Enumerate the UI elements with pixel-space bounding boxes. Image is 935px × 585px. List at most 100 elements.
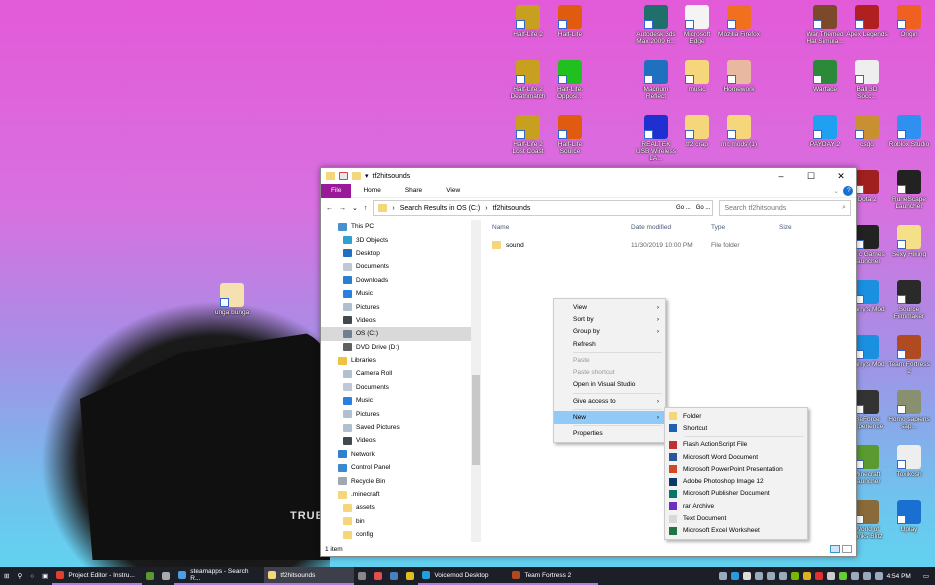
ribbon-expand-icon[interactable]: ⌄: [830, 187, 843, 195]
taskbar-app[interactable]: steamapps - Search R...: [174, 567, 265, 585]
menu-item[interactable]: Text Document: [665, 512, 807, 524]
desktop-icon[interactable]: Homework: [718, 60, 760, 93]
column-name[interactable]: Name: [486, 224, 631, 231]
tray-icon[interactable]: [766, 572, 775, 580]
nav-item[interactable]: Downloads: [321, 274, 471, 287]
menu-item[interactable]: Sort by ›: [554, 313, 665, 325]
nav-item[interactable]: Control Panel: [321, 461, 471, 474]
breadcrumb-tf2hitsounds[interactable]: tf2hitsounds: [493, 205, 531, 212]
desktop-icon[interactable]: Warface: [804, 60, 846, 93]
nav-item[interactable]: This PC: [321, 220, 471, 233]
tray-icon[interactable]: [754, 572, 763, 580]
nav-item[interactable]: Network: [321, 448, 471, 461]
menu-item[interactable]: rar Archive: [665, 500, 807, 512]
column-date-modified[interactable]: Date modified: [631, 224, 711, 231]
quick-access-dropdown-icon[interactable]: ▾: [365, 172, 369, 180]
tray-icon[interactable]: [850, 572, 859, 580]
menu-item[interactable]: Group by ›: [554, 326, 665, 338]
desktop-icon[interactable]: Team Fortress 2: [888, 335, 930, 375]
network-icon[interactable]: [838, 572, 847, 580]
details-view-button[interactable]: [830, 545, 840, 553]
nav-item[interactable]: Music: [321, 287, 471, 300]
desktop-icon[interactable]: music: [676, 60, 718, 93]
address-dropdown[interactable]: Go ...: [676, 205, 691, 211]
nav-item[interactable]: Music: [321, 394, 471, 407]
menu-item[interactable]: Flash ActionScript File: [665, 439, 807, 451]
help-icon[interactable]: ?: [843, 185, 853, 196]
desktop-icon[interactable]: Half-Life Source: [549, 115, 591, 155]
menu-item[interactable]: View ›: [554, 301, 665, 313]
refresh-button[interactable]: Go ...: [696, 205, 713, 211]
desktop-icon[interactable]: Source Filmmaker: [888, 280, 930, 320]
nav-item[interactable]: Saved Pictures: [321, 421, 471, 434]
tray-icon[interactable]: [718, 572, 727, 580]
taskbar-app[interactable]: [370, 567, 386, 585]
nav-item[interactable]: Recycle Bin: [321, 474, 471, 487]
tray-icon[interactable]: [778, 572, 787, 580]
nav-item[interactable]: 3D Objects: [321, 233, 471, 246]
menu-item[interactable]: Microsoft Word Document: [665, 451, 807, 463]
desktop-icon[interactable]: Microsoft Edge: [676, 5, 718, 45]
desktop-icon[interactable]: csgo: [846, 115, 888, 148]
file-row[interactable]: sound 11/30/2019 10:00 PM File folder: [486, 238, 856, 252]
tray-icon[interactable]: [730, 572, 739, 580]
desktop-icon[interactable]: Toxikosh: [888, 445, 930, 478]
menu-item[interactable]: Paste: [554, 354, 665, 366]
action-center-icon[interactable]: ▭: [923, 572, 929, 580]
breadcrumb-search-results[interactable]: Search Results in OS (C:): [400, 205, 481, 212]
taskbar-app[interactable]: tf2hitsounds: [264, 567, 355, 585]
nav-item[interactable]: Videos: [321, 434, 471, 447]
nav-item[interactable]: assets: [321, 501, 471, 514]
menu-item[interactable]: Folder: [665, 410, 807, 422]
desktop-icon[interactable]: unga bunga: [211, 283, 253, 316]
desktop-icon[interactable]: RuneScape Launcher: [888, 170, 930, 210]
tray-icon[interactable]: [814, 572, 823, 580]
desktop-icon[interactable]: War Themed Hat Simula...: [804, 5, 846, 45]
desktop-icon[interactable]: Half-Life 2: [507, 5, 549, 38]
desktop-icon[interactable]: Autodesk 3ds Max 2009 6...: [635, 5, 677, 45]
forward-button[interactable]: →: [339, 205, 346, 212]
nav-scrollbar[interactable]: [471, 220, 481, 542]
menu-item[interactable]: Refresh: [554, 338, 665, 350]
nav-item[interactable]: bin: [321, 515, 471, 528]
taskbar-app[interactable]: Project Editor - Instru...: [52, 567, 143, 585]
cortana-button[interactable]: ○: [26, 567, 38, 585]
menu-item[interactable]: New ›: [554, 411, 665, 424]
desktop-icon[interactable]: Half-Life 2 Deathmatch: [507, 60, 549, 100]
menu-item[interactable]: Properties: [554, 428, 665, 440]
nav-item[interactable]: Libraries: [321, 354, 471, 367]
close-button[interactable]: ✕: [826, 171, 856, 182]
volume-icon[interactable]: [826, 572, 835, 580]
tray-icon[interactable]: [802, 572, 811, 580]
desktop-icon[interactable]: Half-Life: [549, 5, 591, 38]
taskbar-app[interactable]: Voicemod Desktop: [418, 567, 509, 585]
scrollbar-thumb[interactable]: [472, 375, 480, 465]
menu-item[interactable]: Adobe Photoshop Image 12: [665, 475, 807, 487]
nav-item[interactable]: .minecraft: [321, 488, 471, 501]
desktop-icon[interactable]: Origin: [888, 5, 930, 38]
taskbar-app[interactable]: Team Fortress 2: [508, 567, 599, 585]
back-button[interactable]: ←: [326, 205, 333, 212]
taskbar-app[interactable]: [142, 567, 158, 585]
menu-item[interactable]: Open in Visual Studio: [554, 379, 665, 391]
desktop-icon[interactable]: Macrium Reflect: [635, 60, 677, 100]
desktop-icon[interactable]: Half-Life 2 Lost Coast: [507, 115, 549, 155]
new-folder-icon[interactable]: [352, 172, 361, 180]
maximize-button[interactable]: ☐: [796, 171, 826, 182]
start-button[interactable]: ⊞: [0, 567, 13, 585]
onedrive-icon[interactable]: [742, 572, 751, 580]
desktop-icon[interactable]: Half-Life: Opposi...: [549, 60, 591, 100]
menu-item[interactable]: Microsoft PowerPoint Presentation: [665, 463, 807, 475]
nav-item[interactable]: config: [321, 528, 471, 541]
minimize-button[interactable]: –: [766, 171, 796, 182]
menu-item[interactable]: Microsoft Excel Worksheet: [665, 525, 807, 537]
nvidia-icon[interactable]: [790, 572, 799, 580]
nav-item[interactable]: Camera Roll: [321, 367, 471, 380]
taskbar-app[interactable]: [158, 567, 174, 585]
nav-item[interactable]: OS (C:): [321, 327, 471, 341]
clock[interactable]: 4:54 PM: [887, 573, 911, 580]
taskbar-app[interactable]: [402, 567, 418, 585]
nav-item[interactable]: Documents: [321, 381, 471, 394]
column-type[interactable]: Type: [711, 224, 779, 231]
tab-share[interactable]: Share: [393, 187, 434, 194]
